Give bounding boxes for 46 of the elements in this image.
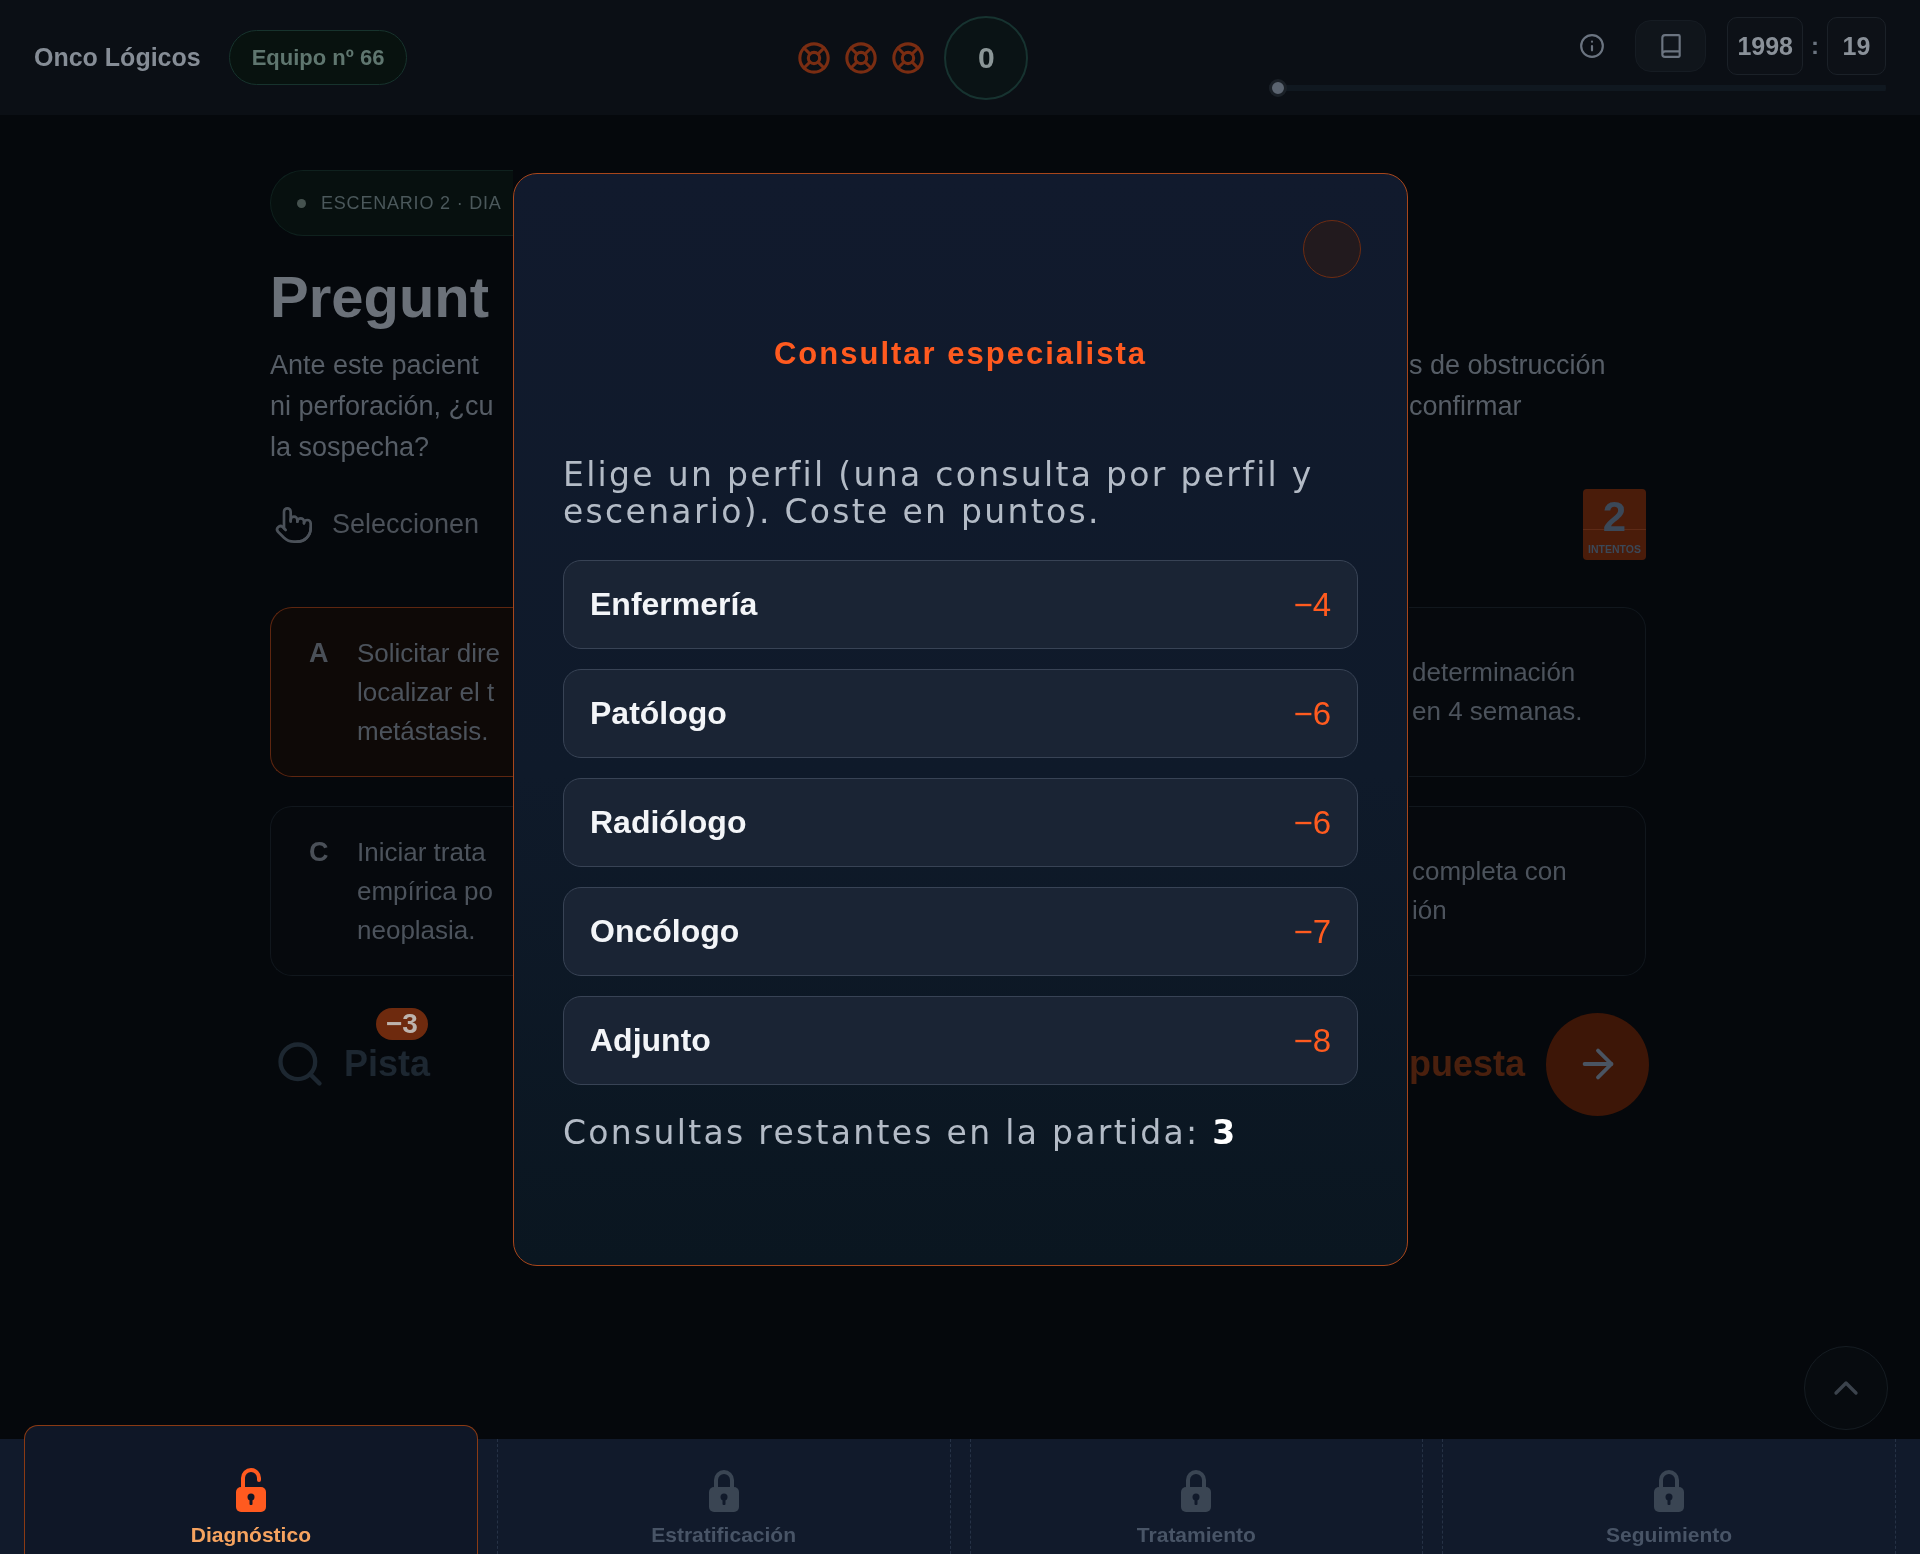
- instruction-text: Seleccionen: [332, 509, 480, 540]
- question-text: s de obstrucción confirmar: [1409, 349, 1606, 423]
- cost-text: −8: [1293, 1021, 1331, 1060]
- timer-seconds: 19: [1827, 17, 1886, 75]
- answer-option[interactable]: C Iniciar trata empírica po neoplasia.: [270, 806, 513, 976]
- scenario-label: ESCENARIO 2 · DIA: [321, 192, 502, 214]
- option-letter: A: [309, 636, 330, 670]
- cost-text: −4: [1293, 585, 1331, 624]
- score-counter: 0: [944, 15, 1029, 100]
- cost-text: −7: [1293, 912, 1331, 951]
- remaining-consultations: Consultas restantes en la partida: 3: [563, 1113, 1238, 1153]
- phase-tab[interactable]: Diagnóstico: [24, 1425, 478, 1554]
- phase-tab[interactable]: Estratificación: [496, 1439, 951, 1554]
- dialog-description: Elige un perfil (una consulta por perfil y escenario). Coste en puntos.: [563, 456, 1315, 530]
- question-title: Pregunt: [270, 265, 490, 329]
- attempts-label: INTENTOS: [1588, 543, 1641, 555]
- dot-icon: [297, 198, 306, 208]
- book-button[interactable]: [1635, 20, 1707, 72]
- lifebuoy-icon[interactable]: [844, 40, 879, 75]
- hand-pointer-icon: [274, 504, 314, 545]
- phase-tab[interactable]: Tratamiento: [969, 1439, 1424, 1554]
- phase-tab[interactable]: Seguimiento: [1442, 1439, 1896, 1554]
- slider-thumb[interactable]: [1269, 79, 1287, 97]
- answer-option[interactable]: completa con ión: [1409, 806, 1646, 976]
- info-icon[interactable]: [1579, 33, 1606, 59]
- answer-option[interactable]: A Solicitar dire localizar el t metástasis.: [270, 607, 513, 777]
- specialist-option[interactable]: Radiólogo −6: [563, 778, 1358, 867]
- timer-minutes: 1998: [1727, 17, 1803, 75]
- question-text: Ante este pacient ni perforación, ¿cu la sospecha?: [270, 349, 494, 464]
- specialist-option[interactable]: Adjunto −8: [563, 996, 1358, 1085]
- cost-text: −6: [1293, 694, 1331, 733]
- specialist-option[interactable]: Oncólogo −7: [563, 887, 1358, 976]
- option-letter: C: [309, 835, 330, 869]
- specialist-option[interactable]: Patólogo −6: [563, 669, 1358, 758]
- cost-text: −6: [1293, 803, 1331, 842]
- cost-badge: −3: [376, 1008, 428, 1040]
- app-title: Onco Lógicos: [34, 43, 201, 72]
- submit-button[interactable]: puesta: [1409, 1012, 1649, 1116]
- team-label: Equipo nº 66: [228, 30, 408, 85]
- attempts-count: 2: [1602, 495, 1627, 539]
- lifebuoy-icon[interactable]: [797, 40, 832, 75]
- dialog-title: Consultar especialista: [773, 336, 1148, 372]
- timer-separator: :: [1811, 32, 1819, 60]
- specialist-option[interactable]: Enfermería −4: [563, 560, 1358, 649]
- answer-option[interactable]: determinación en 4 semanas.: [1409, 607, 1646, 777]
- lifebuoy-icon[interactable]: [891, 40, 926, 75]
